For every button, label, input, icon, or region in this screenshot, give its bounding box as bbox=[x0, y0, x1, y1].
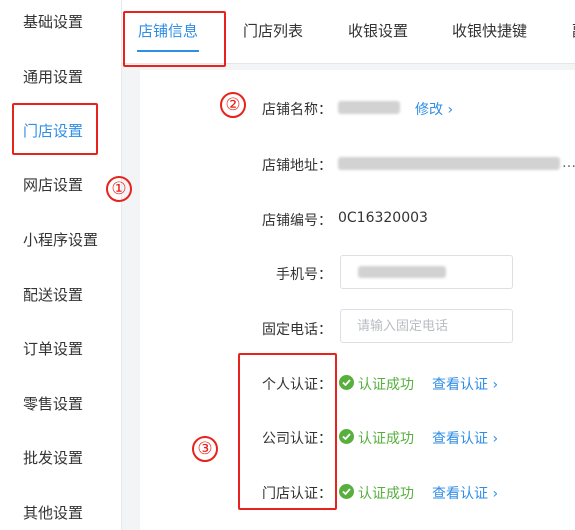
chevron-right-icon: › bbox=[443, 102, 454, 118]
settings-sidebar: 基础设置 通用设置 门店设置 网店设置 小程序设置 配送设置 订单设置 零售设置… bbox=[0, 0, 122, 530]
store-name-value-redacted bbox=[338, 101, 400, 114]
sidebar-item-basic-settings[interactable]: 基础设置 bbox=[0, 2, 122, 42]
check-circle-icon bbox=[339, 375, 354, 390]
chevron-right-icon: › bbox=[488, 431, 499, 447]
store-code-value: 0C16320003 bbox=[338, 210, 428, 226]
sidebar-item-order-settings[interactable]: 订单设置 bbox=[0, 329, 122, 369]
check-circle-icon bbox=[339, 429, 354, 444]
landline-label: 固定电话： bbox=[262, 322, 332, 338]
annotation-marker-3: ③ bbox=[192, 436, 218, 462]
annotation-box-certifications bbox=[238, 353, 337, 510]
tab-cashier-shortcuts[interactable]: 收银快捷键 bbox=[452, 20, 527, 41]
annotation-marker-1: ① bbox=[106, 176, 132, 202]
sidebar-item-other-settings[interactable]: 其他设置 bbox=[0, 493, 122, 530]
check-circle-icon bbox=[339, 484, 354, 499]
view-company-cert-link[interactable]: 查看认证 › bbox=[432, 428, 498, 448]
sidebar-item-retail-settings[interactable]: 零售设置 bbox=[0, 384, 122, 424]
phone-value-redacted bbox=[358, 266, 446, 278]
chevron-right-icon: › bbox=[488, 377, 499, 393]
sidebar-item-delivery-settings[interactable]: 配送设置 bbox=[0, 275, 122, 315]
phone-label: 手机号： bbox=[276, 267, 332, 283]
chevron-right-icon: › bbox=[488, 486, 499, 502]
view-cert-label: 查看认证 bbox=[432, 431, 488, 447]
sidebar-item-general-settings[interactable]: 通用设置 bbox=[0, 57, 122, 97]
tab-cashier-settings[interactable]: 收银设置 bbox=[348, 20, 408, 41]
view-store-cert-link[interactable]: 查看认证 › bbox=[432, 483, 498, 503]
store-name-label: 店铺名称： bbox=[262, 102, 332, 118]
view-personal-cert-link[interactable]: 查看认证 › bbox=[432, 374, 498, 394]
tab-store-list[interactable]: 门店列表 bbox=[243, 20, 303, 41]
sidebar-item-wholesale-settings[interactable]: 批发设置 bbox=[0, 438, 122, 478]
store-code-label: 店铺编号： bbox=[262, 213, 332, 229]
personal-cert-status: 认证成功 bbox=[358, 377, 414, 393]
store-cert-status: 认证成功 bbox=[358, 486, 414, 502]
landline-input[interactable] bbox=[340, 309, 513, 343]
store-address-ellipsis: … bbox=[562, 155, 575, 171]
annotation-box-store-info-tab bbox=[123, 11, 226, 67]
sidebar-item-mini-program-settings[interactable]: 小程序设置 bbox=[0, 220, 122, 260]
store-address-value-redacted bbox=[338, 157, 560, 170]
view-cert-label: 查看认证 bbox=[432, 486, 488, 502]
edit-store-name-link[interactable]: 修改 › bbox=[415, 99, 453, 119]
edit-link-label: 修改 bbox=[415, 102, 443, 118]
annotation-box-store-settings bbox=[12, 103, 98, 155]
store-address-label: 店铺地址： bbox=[262, 158, 332, 174]
annotation-marker-2: ② bbox=[220, 92, 246, 118]
sidebar-item-online-store-settings[interactable]: 网店设置 bbox=[0, 165, 122, 205]
view-cert-label: 查看认证 bbox=[432, 377, 488, 393]
company-cert-status: 认证成功 bbox=[358, 431, 414, 447]
